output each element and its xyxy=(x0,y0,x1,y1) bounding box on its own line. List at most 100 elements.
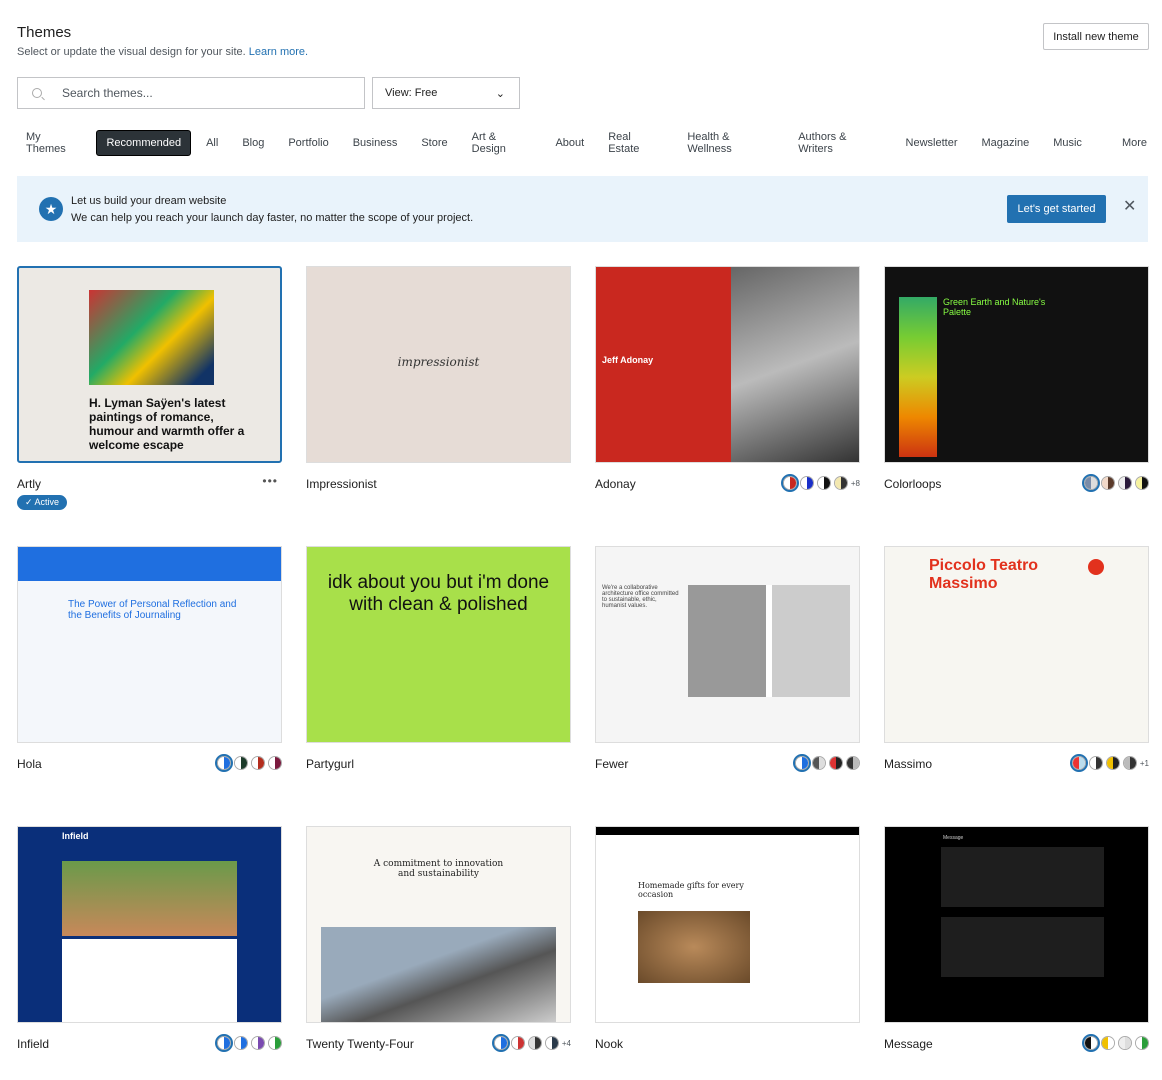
theme-preview[interactable]: Piccolo Teatro Massimo xyxy=(884,546,1149,743)
style-variation-swatch[interactable] xyxy=(1101,1036,1115,1050)
style-variation-swatch[interactable] xyxy=(234,756,248,770)
preview-text: The Power of Personal Reflection and the… xyxy=(68,599,237,621)
theme-card[interactable]: impressionist Impressionist xyxy=(306,266,571,491)
theme-card[interactable]: idk about you but i'm done with clean & … xyxy=(306,546,571,771)
style-variation-swatch[interactable] xyxy=(1069,754,1088,772)
style-variation-swatch[interactable] xyxy=(812,756,826,770)
cookie-photo xyxy=(638,911,750,983)
tab-about[interactable]: About xyxy=(546,131,593,155)
theme-preview[interactable]: Infield xyxy=(17,826,282,1023)
more-options-icon[interactable]: ••• xyxy=(262,474,278,488)
theme-name[interactable]: Colorloops xyxy=(884,477,941,491)
theme-name[interactable]: Fewer xyxy=(595,757,628,771)
artwork xyxy=(89,290,214,385)
theme-preview[interactable]: idk about you but i'm done with clean & … xyxy=(306,546,571,743)
style-variation-swatch[interactable] xyxy=(1122,756,1137,770)
theme-card[interactable]: The Power of Personal Reflection and the… xyxy=(17,546,282,772)
theme-name[interactable]: Adonay xyxy=(595,477,636,491)
tab-all[interactable]: All xyxy=(197,131,227,155)
theme-preview[interactable]: impressionist xyxy=(306,266,571,463)
theme-preview[interactable]: H. Lyman Saÿen's latest paintings of rom… xyxy=(17,266,282,463)
theme-preview[interactable]: Jeff Adonay xyxy=(595,266,860,463)
get-started-button[interactable]: Let's get started xyxy=(1007,195,1106,223)
tab-more[interactable]: More xyxy=(1113,131,1156,155)
theme-name[interactable]: Nook xyxy=(595,1037,623,1051)
tab-portfolio[interactable]: Portfolio xyxy=(279,131,337,155)
tab-business[interactable]: Business xyxy=(344,131,407,155)
style-variation-swatch[interactable] xyxy=(1118,1036,1132,1050)
close-icon[interactable]: ✕ xyxy=(1123,196,1136,216)
style-variation-swatch[interactable] xyxy=(215,1034,233,1052)
theme-card[interactable]: Infield Infield xyxy=(17,826,282,1052)
theme-card[interactable]: Message Message xyxy=(884,826,1149,1052)
style-variation-swatch[interactable] xyxy=(1082,474,1100,492)
tab-newsletter[interactable]: Newsletter xyxy=(897,131,967,155)
theme-preview[interactable]: Homemade gifts for every occasion xyxy=(595,826,860,1023)
theme-name[interactable]: Impressionist xyxy=(306,477,377,491)
style-variation-swatch[interactable] xyxy=(1135,476,1149,490)
style-variation-swatch[interactable] xyxy=(829,756,843,770)
install-new-theme-button[interactable]: Install new theme xyxy=(1043,23,1149,50)
preview-text: Homemade gifts for every occasion xyxy=(638,881,744,899)
style-variation-swatch[interactable] xyxy=(215,754,233,772)
theme-name[interactable]: Infield xyxy=(17,1037,49,1051)
style-variation-swatch[interactable] xyxy=(544,1036,559,1050)
tab-authors-writers[interactable]: Authors & Writers xyxy=(789,125,890,161)
style-variation-swatch[interactable] xyxy=(833,476,848,490)
style-variation-swatch[interactable] xyxy=(268,756,282,770)
theme-card[interactable]: Green Earth and Nature's Palette Colorloo… xyxy=(884,266,1149,492)
style-variation-swatch[interactable] xyxy=(234,1036,248,1050)
view-select[interactable]: View: Free ⌄ xyxy=(372,77,520,109)
style-variation-swatch[interactable] xyxy=(799,476,814,490)
tab-music[interactable]: Music xyxy=(1044,131,1091,155)
style-variation-swatch[interactable] xyxy=(1118,476,1132,490)
theme-name[interactable]: Partygurl xyxy=(306,757,354,771)
style-variation-swatch[interactable] xyxy=(1105,756,1120,770)
style-variation-swatch[interactable] xyxy=(268,1036,282,1050)
theme-card[interactable]: We're a collaborative architecture offic… xyxy=(595,546,860,772)
style-variation-swatch[interactable] xyxy=(1088,756,1103,770)
style-variation-swatch[interactable] xyxy=(251,756,265,770)
style-variation-swatch[interactable] xyxy=(846,756,860,770)
theme-card[interactable]: Jeff Adonay Adonay +8 xyxy=(595,266,860,492)
search-input[interactable]: Search themes... xyxy=(17,77,365,109)
theme-preview[interactable]: Message xyxy=(884,826,1149,1023)
preview-text: Jeff Adonay xyxy=(602,355,654,365)
tab-real-estate[interactable]: Real Estate xyxy=(599,125,672,161)
tab-art-design[interactable]: Art & Design xyxy=(463,125,541,161)
style-variation-swatch[interactable] xyxy=(780,474,799,492)
tab-blog[interactable]: Blog xyxy=(233,131,273,155)
theme-name[interactable]: Artly xyxy=(17,477,41,491)
theme-card[interactable]: Piccolo Teatro Massimo Massimo +1 xyxy=(884,546,1149,772)
building-photos xyxy=(688,585,850,697)
tab-store[interactable]: Store xyxy=(412,131,456,155)
article-area xyxy=(62,939,237,1022)
style-variation-swatch[interactable] xyxy=(1135,1036,1149,1050)
banner-title: Let us build your dream website xyxy=(71,195,227,207)
style-variation-swatch[interactable] xyxy=(251,1036,265,1050)
theme-card[interactable]: A commitment to innovation and sustainab… xyxy=(306,826,571,1052)
theme-preview[interactable]: A commitment to innovation and sustainab… xyxy=(306,826,571,1023)
theme-preview[interactable]: The Power of Personal Reflection and the… xyxy=(17,546,282,743)
style-variation-swatch[interactable] xyxy=(510,1036,525,1050)
style-variation-swatch[interactable] xyxy=(527,1036,542,1050)
style-variation-swatch[interactable] xyxy=(816,476,831,490)
category-tabs: My Themes Recommended All Blog Portfolio Busi… xyxy=(17,125,1162,161)
theme-card[interactable]: Homemade gifts for every occasion Nook xyxy=(595,826,860,1051)
theme-name[interactable]: Massimo xyxy=(884,757,932,771)
style-variation-swatch[interactable] xyxy=(793,754,811,772)
tab-my-themes[interactable]: My Themes xyxy=(17,125,90,161)
style-variation-swatch[interactable] xyxy=(1101,476,1115,490)
learn-more-link[interactable]: Learn more. xyxy=(249,46,308,58)
theme-name[interactable]: Message xyxy=(884,1037,933,1051)
theme-preview[interactable]: Green Earth and Nature's Palette xyxy=(884,266,1149,463)
theme-name[interactable]: Hola xyxy=(17,757,42,771)
style-variation-swatch[interactable] xyxy=(491,1034,510,1052)
theme-card[interactable]: H. Lyman Saÿen's latest paintings of rom… xyxy=(17,266,282,510)
theme-name[interactable]: Twenty Twenty-Four xyxy=(306,1037,414,1051)
tab-magazine[interactable]: Magazine xyxy=(973,131,1039,155)
tab-health-wellness[interactable]: Health & Wellness xyxy=(678,125,783,161)
tab-recommended[interactable]: Recommended xyxy=(96,130,192,156)
style-variation-swatch[interactable] xyxy=(1082,1034,1100,1052)
theme-preview[interactable]: We're a collaborative architecture offic… xyxy=(595,546,860,743)
